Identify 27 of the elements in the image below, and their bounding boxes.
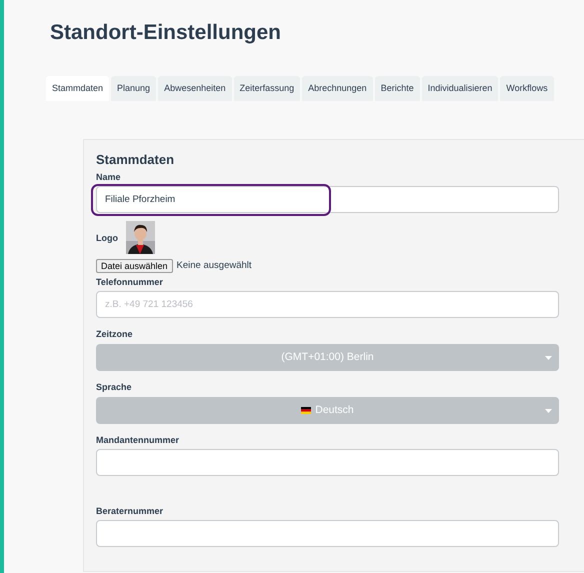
file-status: Keine ausgewählt [176, 259, 252, 273]
tab[interactable]: Abwesenheiten [158, 76, 232, 101]
tab[interactable]: Berichte [374, 76, 420, 101]
caret-icon [545, 356, 552, 360]
field-label: Name [96, 171, 122, 183]
caret-icon [545, 409, 552, 414]
input-field[interactable]: z.B. +49 721 123456 [96, 291, 559, 318]
input-field[interactable] [96, 520, 559, 548]
input-field[interactable]: Filiale Pforzheim [96, 186, 559, 213]
page-title: Standort-Einstellungen [50, 20, 282, 46]
field-label: Sprache [96, 381, 133, 394]
field-label: Zeitzone [96, 328, 134, 340]
file-button[interactable]: Datei auswählen [96, 259, 173, 274]
tab[interactable]: Zeiterfassung [234, 76, 300, 101]
panel-heading: Stammdaten [96, 152, 176, 168]
select-value: (GMT+01:00) Berlin [281, 350, 374, 365]
tab[interactable]: Stammdaten [46, 76, 110, 101]
field-label: Telefonnummer [96, 276, 164, 288]
input-field[interactable] [96, 449, 559, 476]
field-label: Beraternummer [96, 505, 164, 518]
tab[interactable]: Abrechnungen [302, 76, 373, 101]
tab[interactable]: Individualisieren [422, 76, 498, 101]
select-value: Deutsch [315, 402, 354, 418]
field-label: Logo [96, 232, 118, 244]
field-label: Mandantennummer [96, 434, 180, 446]
tab[interactable]: Workflows [500, 76, 554, 101]
tab[interactable]: Planung [111, 76, 156, 101]
